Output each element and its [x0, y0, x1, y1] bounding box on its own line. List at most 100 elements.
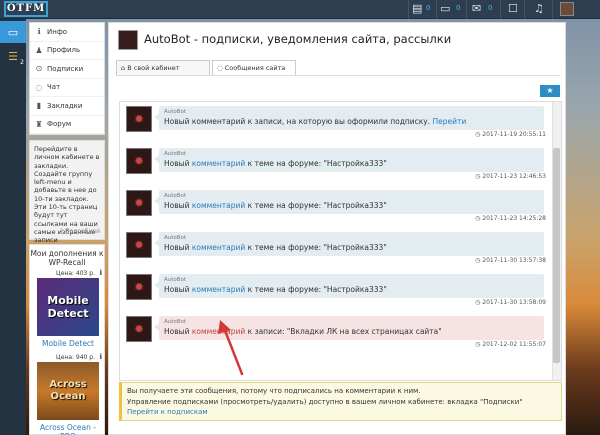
message-text: Новый комментарий к записи, на которую в…	[164, 117, 466, 126]
message-author: AutoBot	[164, 193, 187, 199]
wifi-glyph: ☰	[8, 49, 18, 63]
message-author: AutoBot	[164, 319, 187, 325]
addon-card[interactable]: Цена: 403 р. i Mobile Detect Mobile Dete…	[33, 269, 103, 348]
message-link[interactable]: комментарий	[192, 159, 245, 168]
message-text-after: к теме на форуме: "Настройка333"	[245, 201, 387, 210]
star-icon: ★	[546, 86, 554, 95]
scrollbar[interactable]	[552, 102, 561, 380]
message-text-before: Новый	[164, 327, 192, 336]
message-time-text: 2017-11-23 12:46:53	[482, 173, 546, 180]
addon-image[interactable]: Mobile Detect	[37, 278, 99, 336]
forum-icon: ♜	[35, 119, 43, 129]
clock-icon: ◷	[475, 341, 481, 348]
message-link[interactable]: комментарий	[192, 243, 245, 252]
message-author: AutoBot	[164, 151, 187, 157]
message-time: ◷ 2017-11-30 13:58:09	[475, 299, 546, 306]
sidebar-item-bookmarks[interactable]: ▮ Закладки	[30, 97, 104, 116]
autobot-avatar: ✹	[126, 190, 152, 216]
autobot-avatar: ✹	[126, 148, 152, 174]
message-link[interactable]: Перейти	[433, 117, 467, 126]
message-link[interactable]: комментарий	[192, 201, 245, 210]
more-label: Подробней	[64, 227, 100, 235]
chat-icon[interactable]: ▭	[440, 2, 450, 16]
messages-panel: ✹ AutoBot Новый комментарий к записи, на…	[119, 101, 562, 381]
wallet-icon[interactable]: ▤	[412, 2, 422, 16]
clock-icon: ◷	[475, 299, 481, 306]
message-bubble: AutoBot Новый комментарий к теме на фору…	[154, 190, 544, 214]
sidebar-item-label: Подписки	[47, 64, 84, 73]
message-bubble: AutoBot Новый комментарий к теме на фору…	[154, 232, 544, 256]
page-title: AutoBot - подписки, уведомления сайта, р…	[144, 32, 452, 46]
divider	[466, 0, 467, 19]
tab-site-messages[interactable]: ◌ Сообщения сайта	[212, 60, 296, 76]
message-time-text: 2017-11-30 13:58:09	[482, 299, 546, 306]
addon-name[interactable]: Mobile Detect	[33, 339, 103, 348]
top-bar: OTFM ▤ 0 ▭ 0 ✉ 0 ☐ ♫	[0, 0, 600, 19]
scrollbar-thumb[interactable]	[553, 148, 560, 363]
message-time: ◷ 2017-12-02 11:55:07	[475, 341, 546, 348]
autobot-avatar: ✹	[126, 274, 152, 300]
tab-label: Сообщения сайта	[224, 64, 286, 72]
sidebar-item-profile[interactable]: ♟ Профиль	[30, 42, 104, 60]
bookmark-icon: ▮	[36, 101, 42, 111]
chat-icon: ◌	[217, 64, 223, 72]
addon-price: Цена: 403 р. i	[33, 269, 103, 278]
info-icon[interactable]: i	[100, 269, 102, 278]
message-author: AutoBot	[164, 235, 187, 241]
main-panel: AutoBot - подписки, уведомления сайта, р…	[108, 22, 566, 435]
rail-badge: 2	[20, 59, 24, 66]
go-to-subscriptions-link[interactable]: Перейти к подпискам	[127, 407, 556, 418]
message-time-text: 2017-11-23 14:25:28	[482, 215, 546, 222]
message-item: ✹ AutoBot Новый комментарий к теме на фо…	[126, 148, 546, 182]
subscription-notice: Вы получаете эти сообщения, потому что п…	[119, 382, 562, 421]
favorite-button[interactable]: ★	[540, 85, 560, 97]
sidebar-item-label: Инфо	[47, 27, 68, 36]
addon-price-text: Цена: 403 р.	[56, 270, 95, 277]
user-avatar[interactable]	[560, 2, 574, 16]
sidebar-item-chat[interactable]: ◌ Чат	[30, 79, 104, 97]
addon-image[interactable]: Across Ocean	[37, 362, 99, 420]
info-icon[interactable]: i	[100, 353, 102, 362]
sidebar-item-forum[interactable]: ♜ Форум	[30, 116, 104, 134]
sidebar-menu: ℹ Инфо ♟ Профиль ⊙ Подписки ◌ Чат ▮ Закл…	[29, 22, 105, 135]
inbox-count: 0	[488, 4, 493, 12]
more-link[interactable]: ? Подробней	[60, 228, 100, 236]
message-bubble: AutoBot Новый комментарий к теме на фору…	[154, 274, 544, 298]
message-time: ◷ 2017-11-30 13:57:38	[475, 257, 546, 264]
left-rail: ▭ ☰ 2	[0, 19, 26, 435]
message-text-before: Новый	[164, 243, 192, 252]
addon-image-text: Mobile Detect	[47, 294, 89, 320]
message-text: Новый комментарий к теме на форуме: "Нас…	[164, 201, 387, 210]
chat-icon: ◌	[35, 82, 43, 92]
addon-name[interactable]: Across Ocean - PRO	[33, 423, 103, 435]
message-text-after: к теме на форуме: "Настройка333"	[245, 285, 387, 294]
message-item: ✹ AutoBot Новый комментарий к записи, на…	[126, 106, 546, 140]
autobot-avatar: ✹	[126, 106, 152, 132]
notice-line: Управление подписками (просмотреть/удали…	[127, 397, 523, 406]
divider	[552, 0, 553, 19]
bell-icon[interactable]: ♫	[534, 2, 544, 16]
message-link[interactable]: комментарий	[192, 285, 245, 294]
site-logo[interactable]: OTFM	[4, 1, 48, 17]
inbox-icon[interactable]: ✉	[472, 2, 481, 16]
message-item-unread: ✹ AutoBot Новый комментарий к записи: "В…	[126, 316, 546, 350]
divider	[408, 0, 409, 19]
notice-line: Вы получаете эти сообщения, потому что п…	[127, 387, 421, 395]
message-author: AutoBot	[164, 277, 187, 283]
autobot-avatar: ✹	[126, 316, 152, 342]
laptop-icon[interactable]: ▭	[0, 21, 26, 43]
message-time-text: 2017-12-02 11:55:07	[482, 341, 546, 348]
addon-card[interactable]: Цена: 940 р. i Across Ocean Across Ocean…	[33, 353, 103, 435]
user-icon: ♟	[35, 45, 43, 55]
sidebar-item-subscriptions[interactable]: ⊙ Подписки	[30, 60, 104, 79]
home-icon: ⌂	[121, 64, 126, 72]
message-text: Новый комментарий к теме на форуме: "Нас…	[164, 285, 387, 294]
sidebar-item-info[interactable]: ℹ Инфо	[30, 23, 104, 42]
message-time-text: 2017-11-30 13:57:38	[482, 257, 546, 264]
bookmark-icon[interactable]: ☐	[508, 2, 518, 16]
message-text-after: к записи: "Вкладки ЛК на всех страницах …	[245, 327, 442, 336]
tab-cabinet[interactable]: ⌂ В свой кабинет	[116, 60, 210, 76]
message-bubble: AutoBot Новый комментарий к записи, на к…	[154, 106, 544, 130]
wifi-icon[interactable]: ☰ 2	[0, 45, 26, 67]
clock-icon: ◷	[475, 215, 481, 222]
